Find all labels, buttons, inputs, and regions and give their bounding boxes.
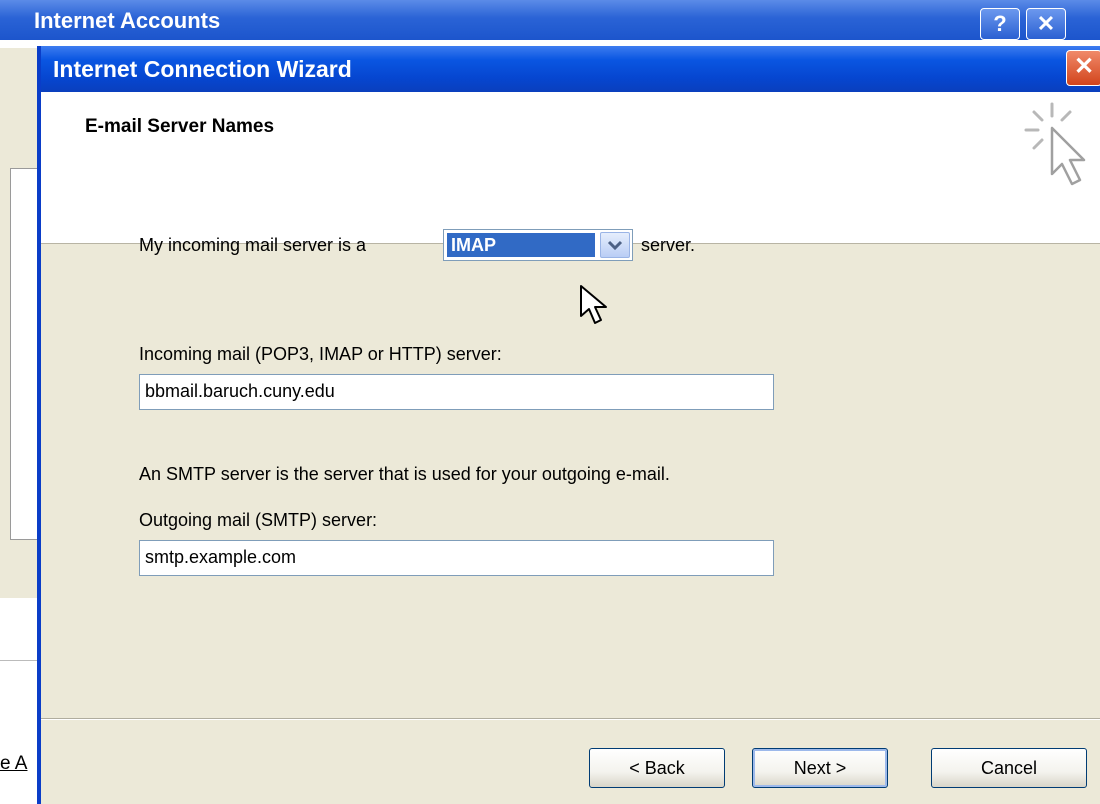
wizard-close-button[interactable]: ✕ xyxy=(1066,50,1100,86)
dropdown-arrow-button[interactable] xyxy=(600,232,630,258)
accounts-list[interactable] xyxy=(10,168,38,540)
divider xyxy=(0,660,40,661)
wizard-titlebar[interactable]: Internet Connection Wizard ✕ xyxy=(41,46,1100,92)
outgoing-server-label: Outgoing mail (SMTP) server: xyxy=(139,510,378,530)
footer-divider-highlight xyxy=(41,719,1100,720)
mouse-pointer-icon xyxy=(580,285,607,324)
page-title: E-mail Server Names xyxy=(85,116,275,137)
incoming-server-label: Incoming mail (POP3, IMAP or HTTP) serve… xyxy=(139,344,502,364)
incoming-server-type-value: IMAP xyxy=(447,233,595,257)
incoming-server-input[interactable]: bbmail.baruch.cuny.edu xyxy=(139,374,774,410)
wizard-cursor-icon xyxy=(1024,102,1086,186)
incoming-type-suffix-label: server. xyxy=(641,235,696,255)
smtp-note: An SMTP server is the server that is use… xyxy=(139,464,670,484)
internet-accounts-titlebar[interactable]: Internet Accounts ? ✕ xyxy=(0,0,1100,40)
wizard-title: Internet Connection Wizard xyxy=(53,56,352,82)
incoming-server-type-select[interactable]: IMAP xyxy=(443,229,633,261)
cancel-button[interactable]: Cancel xyxy=(931,748,1087,788)
help-button[interactable]: ? xyxy=(980,8,1020,40)
internet-accounts-title: Internet Accounts xyxy=(34,8,221,33)
internet-accounts-panel xyxy=(0,48,41,598)
background-close-button[interactable]: ✕ xyxy=(1026,8,1066,40)
back-button[interactable]: < Back xyxy=(589,748,725,788)
chevron-down-icon xyxy=(607,240,623,251)
outgoing-server-input[interactable]: smtp.example.com xyxy=(139,540,774,576)
next-button[interactable]: Next > xyxy=(752,748,888,788)
incoming-type-prefix-label: My incoming mail server is a xyxy=(139,235,367,255)
partial-link[interactable]: e A xyxy=(0,753,34,775)
wizard-header: E-mail Server Names xyxy=(41,92,1100,244)
internet-connection-wizard: Internet Connection Wizard ✕ E-mail Serv… xyxy=(37,46,1100,804)
